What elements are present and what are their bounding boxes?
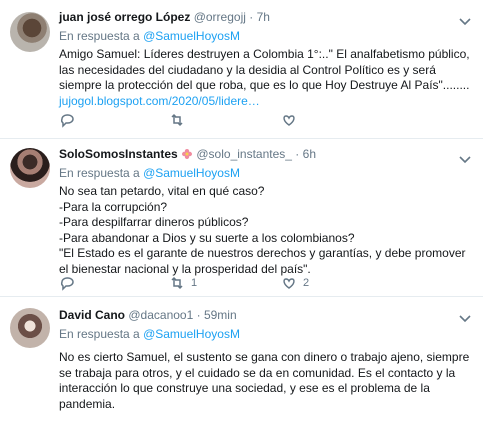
tweet-3[interactable]: David Cano @dacanoo1 · 59min En respuest… xyxy=(0,297,483,433)
tweet-actions: 1 2 xyxy=(59,275,359,295)
reply-context: En respuesta a @SamuelHoyosM xyxy=(59,166,240,180)
tweet-time[interactable]: 59min xyxy=(204,308,237,322)
reply-mention[interactable]: @SamuelHoyosM xyxy=(143,327,240,341)
retweet-icon xyxy=(171,276,183,290)
reply-icon xyxy=(60,114,74,128)
retweet-button[interactable] xyxy=(169,112,191,128)
author-name[interactable]: David Cano xyxy=(59,308,125,322)
tweet-time[interactable]: 6h xyxy=(303,147,316,161)
tweet-header: juan josé orrego López @orregojj · 7h xyxy=(59,10,270,24)
tweet-text: Amigo Samuel: Líderes destruyen a Colomb… xyxy=(59,47,470,108)
retweet-icon xyxy=(171,113,183,127)
tweet-1[interactable]: juan josé orrego López @orregojj · 7h En… xyxy=(0,0,483,139)
like-button[interactable]: 2 xyxy=(281,275,309,291)
tweet-header: SoloSomosInstantes @solo_instantes_ · 6h xyxy=(59,147,316,161)
reply-icon xyxy=(60,277,74,291)
retweet-button[interactable]: 1 xyxy=(169,275,197,291)
tweet-time[interactable]: 7h xyxy=(257,10,270,24)
tweet-text: No sea tan petardo, vital en qué caso? -… xyxy=(59,184,466,276)
author-handle[interactable]: @solo_instantes_ xyxy=(196,147,292,161)
reply-context: En respuesta a @SamuelHoyosM xyxy=(59,29,240,43)
reply-button[interactable] xyxy=(59,112,75,128)
avatar[interactable] xyxy=(10,308,50,348)
reply-button[interactable] xyxy=(59,275,75,291)
like-icon xyxy=(283,278,295,289)
reply-context: En respuesta a @SamuelHoyosM xyxy=(59,327,240,341)
like-icon xyxy=(283,115,295,126)
tweet-text: No es cierto Samuel, el sustento se gana… xyxy=(59,350,470,411)
reply-mention[interactable]: @SamuelHoyosM xyxy=(143,29,240,43)
tweet-header: David Cano @dacanoo1 · 59min xyxy=(59,308,237,322)
author-handle[interactable]: @orregojj xyxy=(194,10,246,24)
reply-mention[interactable]: @SamuelHoyosM xyxy=(143,166,240,180)
author-handle[interactable]: @dacanoo1 xyxy=(128,308,193,322)
tweet-actions xyxy=(59,112,359,132)
avatar[interactable] xyxy=(10,148,50,188)
like-button[interactable] xyxy=(281,112,303,128)
avatar[interactable] xyxy=(10,12,50,52)
tweet-2[interactable]: SoloSomosInstantes @solo_instantes_ · 6h… xyxy=(0,139,483,297)
flower-emoji-icon xyxy=(182,149,193,159)
tweet-link[interactable]: jujogol.blogspot.com/2020/05/lidere… xyxy=(59,94,260,108)
author-name[interactable]: SoloSomosInstantes xyxy=(59,147,178,161)
author-name[interactable]: juan josé orrego López xyxy=(59,10,190,24)
retweet-count: 1 xyxy=(191,277,198,289)
like-count: 2 xyxy=(303,277,310,289)
